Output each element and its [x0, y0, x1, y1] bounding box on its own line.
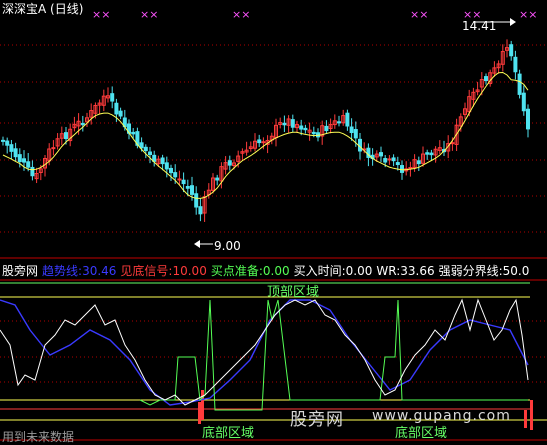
watermark-url: www.gupang.com: [372, 408, 511, 424]
bottom-zone-label-1: 底部区域: [202, 426, 255, 441]
legend-divide-value: 50.0: [502, 264, 530, 278]
bottom-signal-bar: [530, 400, 533, 430]
legend-bottom-signal-value: 10.00: [172, 264, 207, 278]
legend-bottom-signal-name: 见底信号:: [120, 264, 173, 278]
top-zone-label: 顶部区域: [267, 285, 320, 300]
bottom-signal-bar: [201, 390, 204, 420]
legend-buy-time-value: 0.00: [345, 264, 373, 278]
legend-wr-name: WR:: [376, 264, 401, 278]
watermark-text: 股旁网: [290, 410, 344, 430]
bottom-zone-label-2: 底部区域: [395, 426, 448, 441]
legend-trend-name: 趋势线:: [42, 264, 83, 278]
indicator-legend: 股旁网 趋势线:30.46 见底信号:10.00 买点准备:0.00 买入时间:0.00…: [2, 262, 533, 279]
legend-source: 股旁网: [2, 264, 39, 278]
footer-note: 用到未来数据: [2, 430, 75, 444]
legend-buy-prep-name: 买点准备:: [210, 264, 263, 278]
wr-line: [0, 298, 529, 406]
legend-buy-time-name: 买入时间:: [293, 264, 346, 278]
indicator-chart: [0, 257, 547, 441]
trend-line: [0, 299, 529, 406]
legend-buy-prep-value: 0.00: [262, 264, 290, 278]
legend-divide-name: 强弱分界线:: [438, 264, 503, 278]
bottom-signal-bar: [524, 410, 527, 428]
legend-wr-value: 33.66: [400, 264, 435, 278]
bottom-signal-bar: [198, 402, 201, 424]
legend-trend-value: 30.46: [82, 264, 117, 278]
